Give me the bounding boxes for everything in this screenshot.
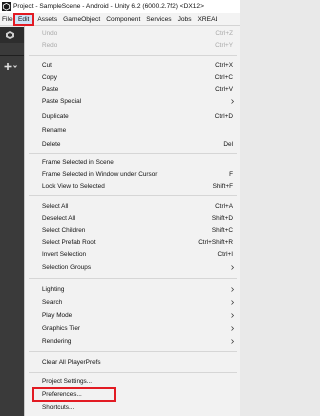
menu-item-shortcut: Shift+C xyxy=(211,227,233,234)
menu-item-clear-playerprefs[interactable]: Clear All PlayerPrefs xyxy=(25,357,241,368)
menu-item-deselect-all[interactable]: Deselect All Shift+D xyxy=(25,213,241,224)
unity-logo-icon xyxy=(2,2,11,11)
menu-item-label: Select All xyxy=(42,203,69,210)
menu-item-label: Delete xyxy=(42,141,61,148)
chevron-right-icon xyxy=(231,99,234,104)
menu-item-select-children[interactable]: Select Children Shift+C xyxy=(25,225,241,236)
menu-item-frame-selected-in-scene[interactable]: Frame Selected in Scene xyxy=(25,157,241,168)
menu-item-label: Rename xyxy=(42,127,67,134)
menu-item-shortcut: Ctrl+V xyxy=(215,86,233,93)
menu-item-label: Invert Selection xyxy=(42,251,87,258)
menu-item-shortcut: Shift+D xyxy=(211,215,233,222)
edit-menu-dropdown: Undo Ctrl+Z Redo Ctrl+Y Cut Ctrl+X Copy … xyxy=(24,26,240,416)
menu-item-label: Redo xyxy=(42,42,58,49)
menu-item-shortcut: Ctrl+Y xyxy=(215,42,233,49)
menu-item-duplicate[interactable]: Duplicate Ctrl+D xyxy=(25,111,241,122)
menu-item-rendering[interactable]: Rendering xyxy=(25,336,241,347)
menu-item-label: Deselect All xyxy=(42,215,76,222)
menu-gameobject[interactable]: GameObject xyxy=(60,13,103,26)
menu-bar: File Edit Assets GameObject Component Se… xyxy=(0,12,240,26)
menu-file[interactable]: File xyxy=(0,13,13,26)
menu-item-label: Undo xyxy=(42,30,58,37)
menu-item-shortcut: Ctrl+I xyxy=(217,251,233,258)
menu-item-label: Play Mode xyxy=(42,312,73,319)
menu-item-shortcut: F xyxy=(229,171,233,178)
menu-item-label: Rendering xyxy=(42,338,72,345)
menu-item-label: Copy xyxy=(42,74,57,81)
menu-edit[interactable]: Edit xyxy=(13,12,35,26)
menu-item-shortcut: Ctrl+C xyxy=(214,74,233,81)
chevron-right-icon xyxy=(231,265,234,270)
menu-item-label: Search xyxy=(42,299,63,306)
menu-item-shortcut: Del xyxy=(223,141,233,148)
chevron-right-icon xyxy=(231,287,234,292)
menu-item-play-mode[interactable]: Play Mode xyxy=(25,310,241,321)
chevron-right-icon xyxy=(231,313,234,318)
menu-jobs[interactable]: Jobs xyxy=(175,13,195,26)
menu-item-project-settings[interactable]: Project Settings... xyxy=(25,376,241,387)
window-title: Project - SampleScene - Android - Unity … xyxy=(13,3,204,10)
title-bar: Project - SampleScene - Android - Unity … xyxy=(0,0,240,13)
unity-cloud-icon[interactable] xyxy=(5,30,15,40)
menu-item-frame-selected-under-cursor[interactable]: Frame Selected in Window under Cursor F xyxy=(25,169,241,180)
menu-item-label: Frame Selected in Window under Cursor xyxy=(42,171,158,178)
menu-item-lock-view[interactable]: Lock View to Selected Shift+F xyxy=(25,181,241,192)
menu-item-shortcut: Ctrl+Shift+R xyxy=(198,239,233,246)
menu-separator xyxy=(29,153,237,154)
menu-item-label: Paste xyxy=(42,86,59,93)
menu-item-search[interactable]: Search xyxy=(25,297,241,308)
menu-item-label: Clear All PlayerPrefs xyxy=(42,359,101,366)
menu-item-label: Select Children xyxy=(42,227,86,234)
menu-item-label: Lock View to Selected xyxy=(42,183,105,190)
menu-item-paste-special[interactable]: Paste Special xyxy=(25,96,241,107)
add-dropdown-icon[interactable] xyxy=(4,62,18,71)
menu-item-label: Cut xyxy=(42,62,52,69)
editor-divider xyxy=(0,55,24,56)
menu-assets[interactable]: Assets xyxy=(34,13,60,26)
menu-item-label: Select Prefab Root xyxy=(42,239,96,246)
menu-item-shortcuts[interactable]: Shortcuts... xyxy=(25,402,241,413)
menu-separator xyxy=(29,278,237,279)
menu-item-copy[interactable]: Copy Ctrl+C xyxy=(25,72,241,83)
menu-item-delete[interactable]: Delete Del xyxy=(25,139,241,150)
menu-item-label: Duplicate xyxy=(42,113,69,120)
chevron-right-icon xyxy=(231,326,234,331)
menu-separator xyxy=(29,351,237,352)
menu-item-label: Project Settings... xyxy=(42,378,93,385)
menu-separator xyxy=(29,195,237,196)
menu-services[interactable]: Services xyxy=(143,13,174,26)
menu-item-label: Frame Selected in Scene xyxy=(42,159,114,166)
menu-item-select-prefab-root[interactable]: Select Prefab Root Ctrl+Shift+R xyxy=(25,237,241,248)
menu-item-shortcut: Ctrl+X xyxy=(215,62,233,69)
menu-xreal[interactable]: XREAL xyxy=(195,13,217,26)
chevron-right-icon xyxy=(231,339,234,344)
menu-item-invert-selection[interactable]: Invert Selection Ctrl+I xyxy=(25,249,241,260)
menu-item-redo: Redo Ctrl+Y xyxy=(25,40,241,51)
menu-component[interactable]: Component xyxy=(103,13,143,26)
menu-item-label: Selection Groups xyxy=(42,264,92,271)
menu-separator xyxy=(29,55,237,56)
chevron-right-icon xyxy=(231,300,234,305)
menu-item-select-all[interactable]: Select All Ctrl+A xyxy=(25,201,241,212)
menu-item-undo: Undo Ctrl+Z xyxy=(25,28,241,39)
preferences-highlight-box xyxy=(32,387,116,402)
menu-item-shortcut: Ctrl+A xyxy=(215,203,233,210)
menu-separator xyxy=(29,372,237,373)
menu-item-shortcut: Ctrl+Z xyxy=(215,30,233,37)
menu-item-paste[interactable]: Paste Ctrl+V xyxy=(25,84,241,95)
editor-panel xyxy=(0,27,24,416)
menu-item-cut[interactable]: Cut Ctrl+X xyxy=(25,60,241,71)
menu-item-shortcut: Shift+F xyxy=(212,183,233,190)
menu-item-selection-groups[interactable]: Selection Groups xyxy=(25,262,241,273)
menu-item-lighting[interactable]: Lighting xyxy=(25,284,241,295)
menu-item-label: Graphics Tier xyxy=(42,325,81,332)
menu-item-label: Lighting xyxy=(42,286,65,293)
menu-item-graphics-tier[interactable]: Graphics Tier xyxy=(25,323,241,334)
menu-item-shortcut: Ctrl+D xyxy=(214,113,233,120)
menu-item-rename[interactable]: Rename xyxy=(25,125,241,136)
menu-item-label: Shortcuts... xyxy=(42,404,75,411)
menu-item-label: Paste Special xyxy=(42,98,82,105)
